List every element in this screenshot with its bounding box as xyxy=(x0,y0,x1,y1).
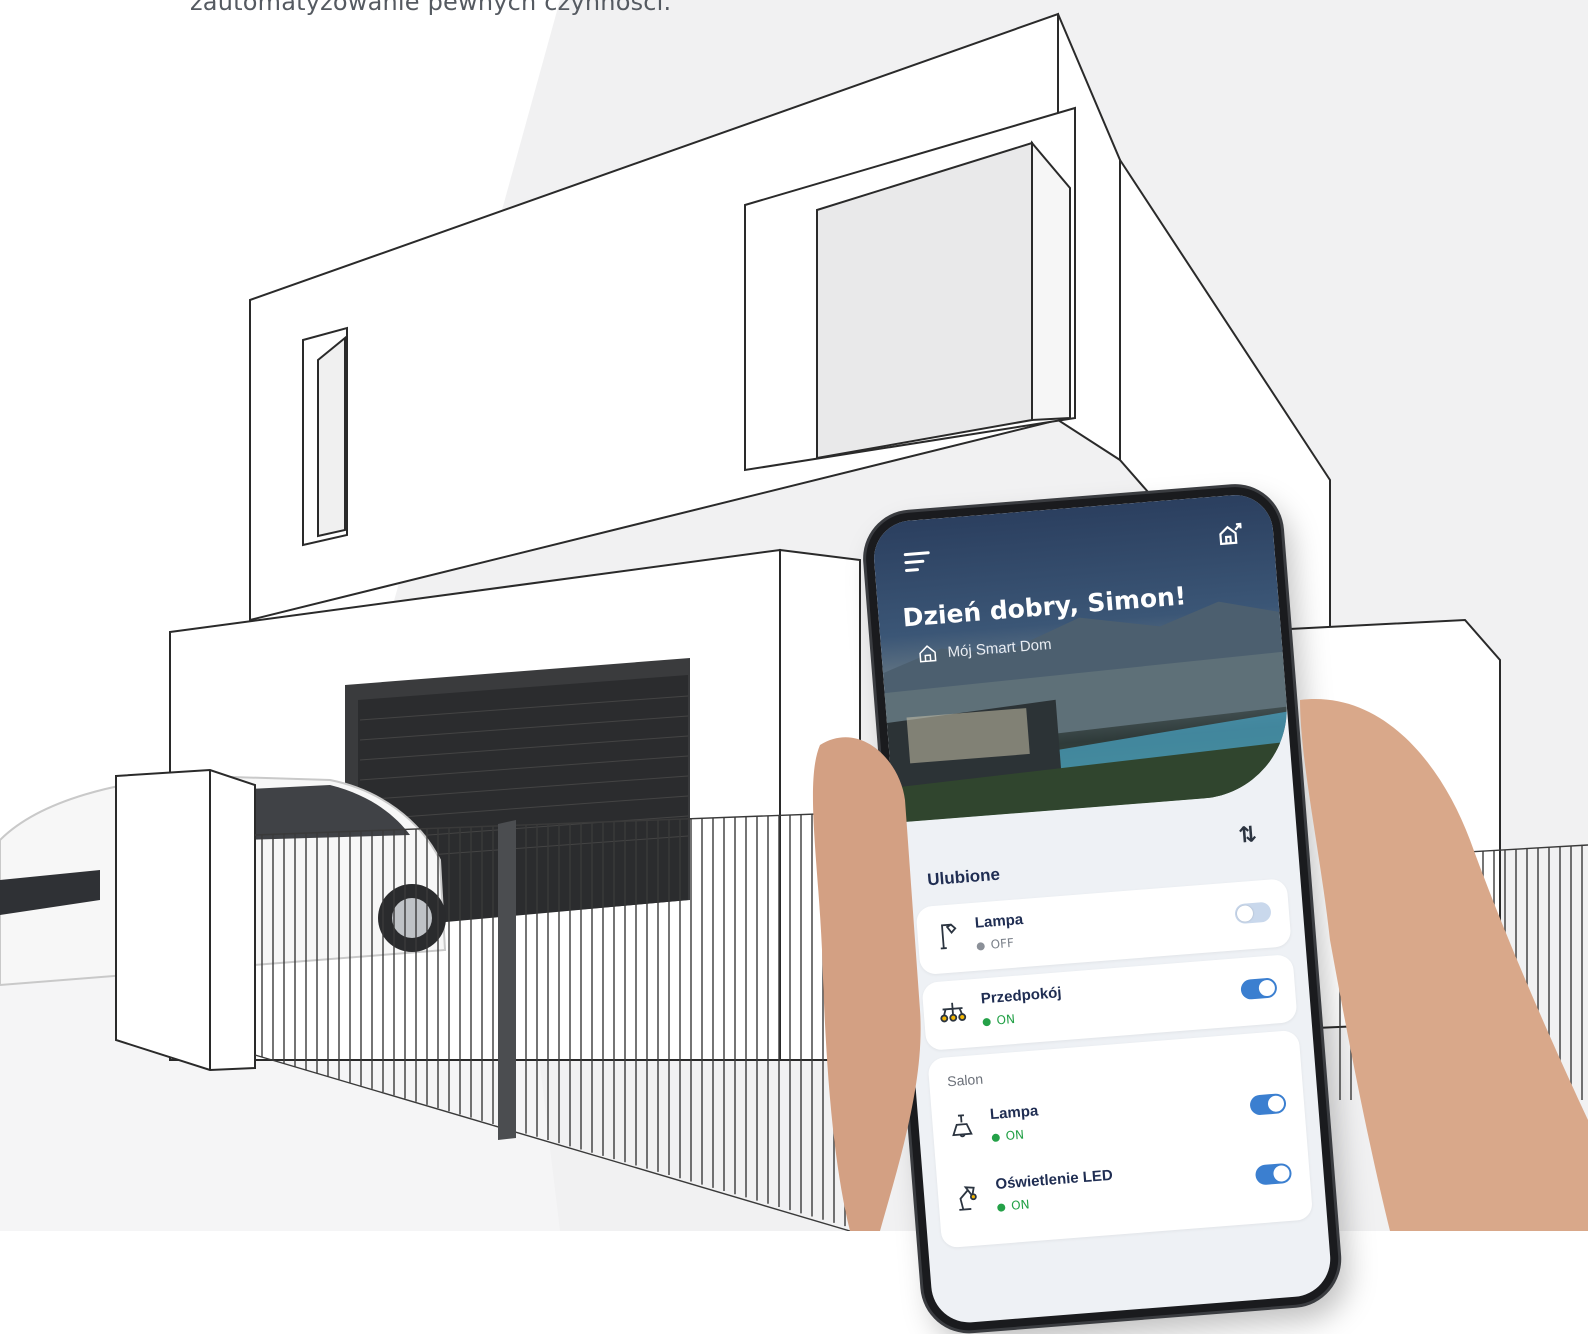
chandelier-icon xyxy=(940,1002,967,1023)
smartphone: Dzień dobry, Simon! Mój Smart Dom ⇅ Ulub… xyxy=(862,483,1342,1334)
desk-lamp-icon xyxy=(959,1186,977,1211)
device-name: Przedpokój xyxy=(980,984,1063,1008)
status-dot xyxy=(982,1017,992,1027)
home-icon xyxy=(919,645,937,663)
device-toggle[interactable] xyxy=(1234,901,1272,925)
floor-lamp-icon xyxy=(940,923,957,950)
device-name: Lampa xyxy=(974,910,1024,932)
hamburger-menu-icon[interactable] xyxy=(903,551,931,573)
room-name: Salon xyxy=(946,1070,984,1090)
device-toggle[interactable] xyxy=(1249,1092,1287,1116)
device-row[interactable]: Lampa OFF xyxy=(915,878,1291,967)
gate-post xyxy=(115,768,256,1072)
device-name: Oświetlenie LED xyxy=(994,1166,1114,1193)
status-dot xyxy=(976,942,986,951)
intro-text: zautomatyzowanie pewnych czynności. xyxy=(190,0,672,16)
device-toggle[interactable] xyxy=(1254,1162,1293,1186)
device-toggle[interactable] xyxy=(1240,977,1278,1001)
favorites-panel: ⇅ Ulubione Lampa OFF Przedpokój ON Salon… xyxy=(895,791,1333,1325)
ceiling-lamp-icon xyxy=(952,1114,973,1138)
status-dot xyxy=(997,1203,1006,1212)
home-share-icon[interactable] xyxy=(1216,521,1244,549)
app-screen: Dzień dobry, Simon! Mój Smart Dom ⇅ Ulub… xyxy=(871,492,1334,1326)
device-status: OFF xyxy=(990,935,1015,952)
sort-icon[interactable]: ⇅ xyxy=(1237,822,1257,848)
room-card: Salon Lampa ON Oświetlenie LED ON xyxy=(927,1029,1314,1249)
slot-window xyxy=(302,326,348,547)
status-dot xyxy=(991,1133,1001,1143)
device-name: Lampa xyxy=(989,1102,1039,1124)
favorites-title: Ulubione xyxy=(926,864,1001,890)
hero-header: Dzień dobry, Simon! Mój Smart Dom xyxy=(871,492,1294,823)
device-status: ON xyxy=(996,1011,1016,1028)
fence-post xyxy=(498,820,516,1140)
house-illustration xyxy=(0,0,1588,1231)
device-status: ON xyxy=(1005,1127,1025,1143)
device-status: ON xyxy=(1010,1197,1031,1213)
